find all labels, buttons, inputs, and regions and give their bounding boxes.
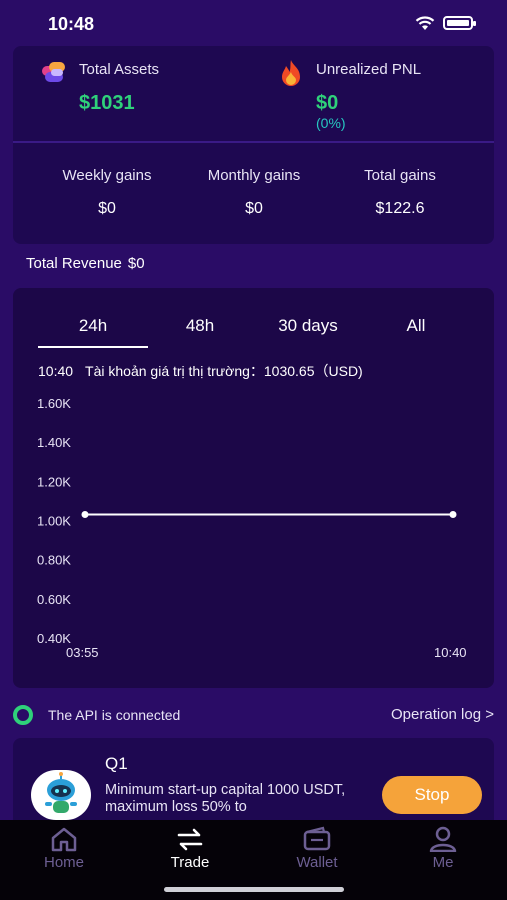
y-tick-label: 1.20K	[37, 474, 71, 489]
data-point	[81, 510, 89, 518]
api-status-row: The API is connected Operation log >	[13, 703, 494, 727]
strategy-name: Q1	[105, 754, 128, 773]
weekly-gains: Weekly gains $0	[37, 167, 177, 218]
wifi-icon	[415, 16, 435, 30]
assets-card: Total Assets $1031 Unrealized PNL $0 (0%…	[13, 46, 494, 142]
x-tick-label: 10:40	[434, 645, 467, 660]
status-bar: 10:48	[0, 0, 507, 44]
total-assets-value: $1031	[79, 92, 135, 114]
battery-icon	[443, 16, 476, 30]
status-time: 10:48	[48, 14, 95, 34]
data-point	[449, 510, 457, 518]
market-value-line: 10:40 Tài khoản giá trị thị trường：1030.6…	[38, 361, 363, 381]
y-tick-label: 0.80K	[37, 553, 71, 568]
nav-me[interactable]: Me	[393, 826, 493, 871]
status-icons	[415, 15, 476, 31]
stop-button[interactable]: Stop	[382, 776, 482, 814]
home-indicator	[164, 887, 344, 892]
monthly-gains-label: Monthly gains	[207, 167, 301, 184]
x-tick-label: 03:55	[66, 645, 99, 660]
y-tick-label: 1.40K	[37, 435, 71, 450]
y-tick-label: 0.40K	[37, 631, 71, 646]
weekly-gains-value: $0	[98, 200, 116, 217]
strategy-description: Minimum start-up capital 1000 USDT, maxi…	[105, 782, 346, 815]
person-icon	[429, 826, 457, 852]
pnl-label: Unrealized PNL	[316, 61, 422, 78]
home-icon	[51, 827, 77, 852]
wallet-icon	[303, 826, 331, 851]
robot-icon	[45, 772, 77, 813]
active-tab-underline	[38, 346, 148, 348]
gains-card: Weekly gains $0 Monthly gains $0 Total g…	[13, 143, 494, 244]
weekly-gains-label: Weekly gains	[62, 167, 152, 184]
nav-me-label: Me	[432, 854, 454, 871]
market-value-time: 10:40	[38, 363, 74, 379]
robot-avatar	[31, 770, 91, 820]
bottom-nav: Home Trade Wallet Me	[0, 820, 507, 900]
nav-home-label: Home	[43, 854, 84, 871]
chart-card: 24h 48h 30 days All 10:40 Tài khoản giá t…	[13, 288, 494, 688]
monthly-gains: Monthly gains $0	[184, 167, 324, 218]
total-gains: Total gains $122.6	[330, 167, 470, 218]
total-gains-label: Total gains	[364, 167, 436, 184]
fire-icon	[282, 60, 300, 86]
total-revenue: Total Revenue $0	[26, 255, 145, 272]
operation-log-link[interactable]: Operation log >	[391, 706, 494, 723]
monthly-gains-value: $0	[245, 200, 263, 217]
market-value-chart: 1.60K 1.40K 1.20K 1.00K 0.80K 0.60K 0.40K03:55…	[37, 396, 467, 660]
total-assets-label: Total Assets	[79, 61, 160, 78]
y-tick-label: 1.00K	[37, 514, 71, 529]
api-status-text: The API is connected	[48, 707, 181, 723]
tab-48h[interactable]: 48h	[145, 316, 255, 336]
total-revenue-value: $0	[127, 255, 145, 272]
pnl-percent: (0%)	[316, 115, 346, 131]
nav-wallet-label: Wallet	[296, 854, 338, 871]
nav-trade[interactable]: Trade	[140, 826, 240, 871]
total-revenue-label: Total Revenue	[26, 255, 122, 272]
api-status-dot-icon	[13, 705, 33, 725]
pnl-value: $0	[316, 92, 339, 114]
y-tick-label: 0.60K	[37, 592, 71, 607]
total-gains-value: $122.6	[375, 200, 425, 217]
swap-icon	[177, 828, 203, 851]
nav-wallet[interactable]: Wallet	[267, 826, 367, 871]
y-tick-label: 1.60K	[37, 396, 71, 411]
tab-24h[interactable]: 24h	[38, 316, 148, 336]
tab-all[interactable]: All	[361, 316, 471, 336]
nav-trade-label: Trade	[170, 854, 210, 871]
tab-30-days[interactable]: 30 days	[253, 316, 363, 336]
nav-home[interactable]: Home	[14, 826, 114, 871]
market-value-text: Tài khoản giá trị thị trường：1030.65（USD…	[85, 363, 363, 379]
strategy-card[interactable]: Q1 Minimum start-up capital 1000 USDT, m…	[13, 738, 494, 828]
coins-icon	[42, 62, 65, 82]
